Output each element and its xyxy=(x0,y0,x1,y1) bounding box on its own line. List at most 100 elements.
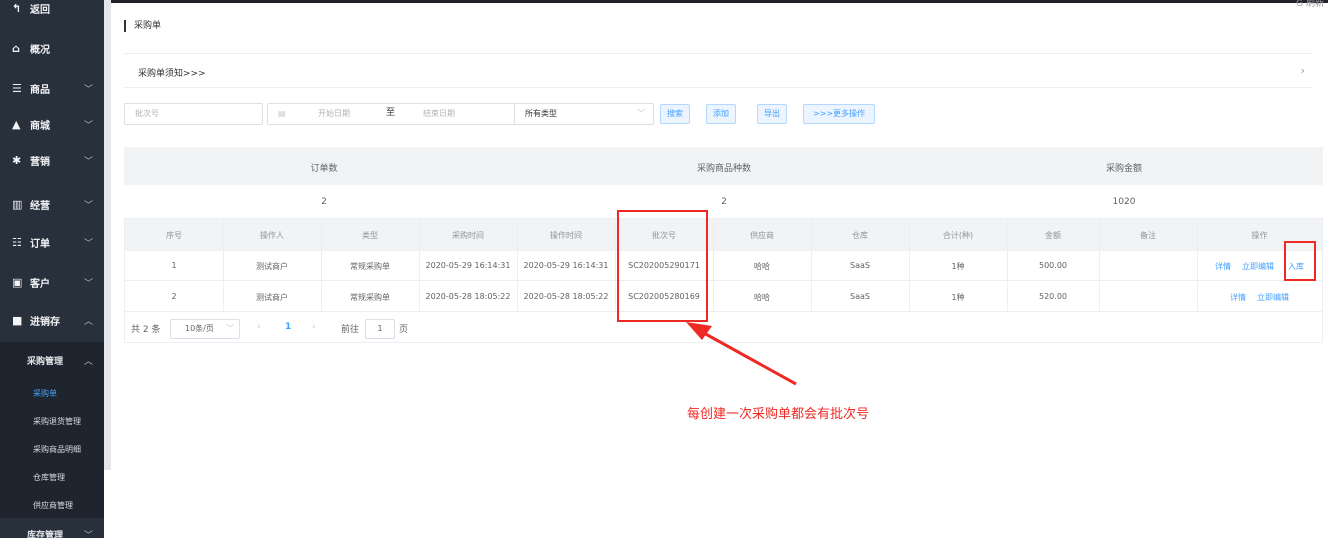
column-header-purchase-time: 采购时间 xyxy=(452,231,484,240)
refresh-link[interactable]: G 刷新 xyxy=(1296,0,1324,9)
bar-chart-icon: ▥ xyxy=(12,197,23,211)
sidebar-item-label: 客户 xyxy=(30,278,50,290)
column-header-amount: 金额 xyxy=(1045,231,1061,240)
gift-icon: ✱ xyxy=(12,153,22,167)
sidebar-submenu-label: 采购管理 xyxy=(27,356,64,367)
prev-page-button[interactable]: ‹ xyxy=(257,322,261,332)
more-actions-button[interactable]: >>>更多操作 xyxy=(803,104,875,124)
summary-value-product-kinds: 2 xyxy=(721,197,727,207)
sidebar-item-label: 商城 xyxy=(30,120,50,132)
notice-bar[interactable]: 采购单须知>>> › xyxy=(124,53,1313,88)
chevron-down-icon: ﹀ xyxy=(84,120,94,131)
table-row: 2 测试商户 常规采购单 2020-05-28 18:05:22 2020-05… xyxy=(125,281,1322,312)
sidebar-item-label: 进销存 xyxy=(30,316,60,328)
sidebar-submenu-label: 库存管理 xyxy=(27,530,64,538)
page-unit-label: 页 xyxy=(399,325,409,335)
stock-in-highlight xyxy=(1284,241,1316,281)
chevron-down-icon: ﹀ xyxy=(637,109,645,118)
page-size-select[interactable]: 10条/页 ﹀ xyxy=(170,319,240,339)
annotation-arrow xyxy=(686,322,797,386)
chevron-down-icon: ﹀ xyxy=(84,200,94,211)
sidebar-leaf-purchase-order[interactable]: 采购单 xyxy=(0,385,104,401)
type-select[interactable]: 所有类型 ﹀ xyxy=(514,103,654,125)
shopping-bag-icon: ▲ xyxy=(12,117,21,131)
sidebar-leaf-warehouse[interactable]: 仓库管理 xyxy=(0,469,104,485)
annotation-text: 每创建一次采购单都会有批次号 xyxy=(687,407,870,422)
column-header-index: 序号 xyxy=(166,231,182,240)
goto-page-input[interactable]: 1 xyxy=(365,319,395,339)
cell-index: 2 xyxy=(171,292,177,301)
export-button[interactable]: 导出 xyxy=(757,104,787,124)
chevron-down-icon: ﹀ xyxy=(84,238,94,249)
details-link[interactable]: 详情 xyxy=(1215,261,1231,272)
cell-operator: 测试商户 xyxy=(256,262,288,271)
cell-type: 常规采购单 xyxy=(350,262,390,271)
sidebar-item-operations[interactable]: ▥ 经营 ﹀ xyxy=(0,194,104,214)
cell-operation-time: 2020-05-28 18:05:22 xyxy=(523,292,609,301)
batch-number-highlight xyxy=(617,210,708,322)
sidebar-item-label: 营销 xyxy=(30,156,50,168)
page-size-value: 10条/页 xyxy=(185,324,214,333)
sidebar-leaf-supplier[interactable]: 供应商管理 xyxy=(0,497,104,513)
cell-supplier: 哈哈 xyxy=(754,293,770,302)
summary-header-product-kinds: 采购商品种数 xyxy=(696,164,751,174)
cell-warehouse: SaaS xyxy=(850,292,870,301)
column-header-remark: 备注 xyxy=(1140,231,1156,240)
add-button[interactable]: 添加 xyxy=(706,104,736,124)
sidebar: ↰ 返回 ⌂ 概况 ☰ 商品 ﹀ ▲ 商城 ﹀ ✱ 营销 ﹀ ▥ 经营 ﹀ ☷ … xyxy=(0,0,104,538)
next-page-button[interactable]: › xyxy=(312,322,316,332)
sidebar-item-label: 经营 xyxy=(30,200,50,212)
summary-value-orders: 2 xyxy=(321,197,327,207)
summary-value-amount: 1020 xyxy=(1112,197,1136,207)
cell-purchase-time: 2020-05-29 16:14:31 xyxy=(425,261,511,270)
start-date-input[interactable]: 开始日期 xyxy=(318,104,350,124)
sidebar-scrollbar[interactable] xyxy=(104,0,111,470)
summary-header-amount: 采购金额 xyxy=(1105,164,1142,174)
cell-amount: 500.00 xyxy=(1039,261,1067,270)
edit-now-link[interactable]: 立即编辑 xyxy=(1242,261,1274,272)
sidebar-item-marketing[interactable]: ✱ 营销 ﹀ xyxy=(0,150,104,170)
sidebar-leaf-purchase-return[interactable]: 采购退货管理 xyxy=(0,413,104,429)
sidebar-item-inventory[interactable]: ■ 进销存 ︿ xyxy=(0,310,104,330)
list-icon: ☰ xyxy=(12,81,22,95)
sidebar-submenu-purchase[interactable]: 采购管理 ︿ xyxy=(0,350,104,370)
sidebar-item-products[interactable]: ☰ 商品 ﹀ xyxy=(0,78,104,98)
edit-now-link[interactable]: 立即编辑 xyxy=(1257,292,1289,303)
sidebar-item-label: 概况 xyxy=(30,44,50,56)
table-row: 1 测试商户 常规采购单 2020-05-29 16:14:31 2020-05… xyxy=(125,250,1322,281)
end-date-input[interactable]: 结束日期 xyxy=(423,104,455,124)
sidebar-item-back[interactable]: ↰ 返回 xyxy=(0,0,104,16)
cell-operation-time: 2020-05-29 16:14:31 xyxy=(523,261,609,270)
chevron-up-icon: ︿ xyxy=(84,316,94,327)
column-header-operation-time: 操作时间 xyxy=(550,231,582,240)
cell-type: 常规采购单 xyxy=(350,293,390,302)
chevron-down-icon: ﹀ xyxy=(84,156,94,167)
notice-link[interactable]: 采购单须知>>> xyxy=(138,66,206,79)
truck-icon: ■ xyxy=(12,313,23,327)
search-button[interactable]: 搜索 xyxy=(660,104,690,124)
sidebar-submenu-stock[interactable]: 库存管理 ﹀ xyxy=(0,528,104,538)
column-header-warehouse: 仓库 xyxy=(852,231,868,240)
sidebar-item-customers[interactable]: ▣ 客户 ﹀ xyxy=(0,272,104,292)
sidebar-item-orders[interactable]: ☷ 订单 ﹀ xyxy=(0,232,104,252)
cell-purchase-time: 2020-05-28 18:05:22 xyxy=(425,292,511,301)
top-bar xyxy=(0,0,1328,3)
goto-label: 前往 xyxy=(341,325,360,335)
chevron-down-icon: ﹀ xyxy=(226,324,234,333)
sidebar-leaf-purchase-detail[interactable]: 采购商品明细 xyxy=(0,441,104,457)
sidebar-item-label: 商品 xyxy=(30,84,50,96)
batch-number-input[interactable]: 批次号 xyxy=(124,103,263,125)
contact-card-icon: ▣ xyxy=(12,275,23,289)
chevron-right-icon: › xyxy=(1300,64,1305,77)
cell-supplier: 哈哈 xyxy=(754,262,770,271)
cell-warehouse: SaaS xyxy=(850,261,870,270)
cell-operator: 测试商户 xyxy=(256,293,288,302)
sidebar-item-overview[interactable]: ⌂ 概况 xyxy=(0,38,104,58)
cell-amount: 520.00 xyxy=(1039,292,1067,301)
details-link[interactable]: 详情 xyxy=(1230,292,1246,303)
page-number-1[interactable]: 1 xyxy=(285,322,291,332)
home-icon: ⌂ xyxy=(12,41,20,55)
sidebar-item-mall[interactable]: ▲ 商城 ﹀ xyxy=(0,114,104,134)
summary-header-orders: 订单数 xyxy=(310,164,338,174)
column-header-total-kinds: 合计(种) xyxy=(942,231,974,240)
